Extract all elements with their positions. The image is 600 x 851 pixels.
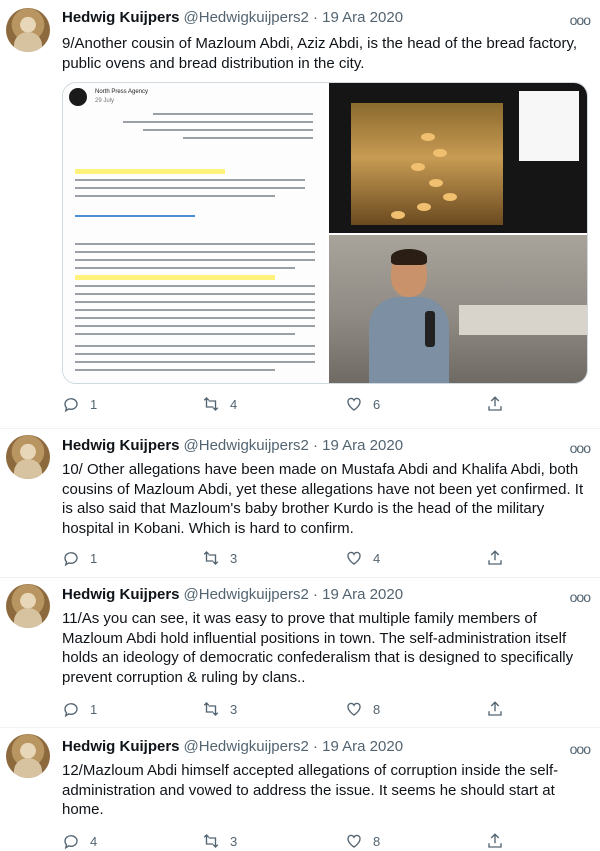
author-name[interactable]: Hedwig Kuijpers: [62, 586, 180, 603]
author-handle-date[interactable]: @Hedwigkuijpers2 · 19 Ara 2020: [184, 738, 404, 755]
tweet-text: 9/Another cousin of Mazloum Abdi, Aziz A…: [62, 35, 578, 72]
author-handle-date[interactable]: @Hedwigkuijpers2 · 19 Ara 2020: [184, 437, 404, 454]
author-name[interactable]: Hedwig Kuijpers: [62, 9, 180, 26]
reply-icon: [64, 552, 78, 567]
heart-icon: [347, 551, 361, 565]
share-button[interactable]: [486, 831, 504, 851]
retweet-icon: [203, 551, 219, 565]
tweet-actions: 1 4 6: [62, 394, 522, 414]
reply-button[interactable]: 4: [62, 831, 97, 851]
reply-count: 4: [90, 833, 98, 849]
more-icon[interactable]: ooo: [570, 12, 591, 28]
share-button[interactable]: [486, 394, 504, 414]
author-handle-date[interactable]: @Hedwigkuijpers2 · 19 Ara 2020: [184, 9, 404, 26]
reply-count: 1: [90, 550, 98, 566]
tweet-header: Hedwig Kuijpers @Hedwigkuijpers2 · 19 Ara…: [62, 437, 403, 454]
interviewee: [369, 249, 449, 383]
avatar[interactable]: [6, 435, 50, 479]
author-handle-date[interactable]: @Hedwigkuijpers2 · 19 Ara 2020: [184, 586, 404, 603]
tweet-media[interactable]: North Press Agency 29 July: [62, 82, 588, 384]
avatar[interactable]: [6, 584, 50, 628]
reply-count: 1: [90, 396, 98, 412]
reply-icon: [64, 835, 78, 850]
retweet-count: 4: [230, 396, 238, 412]
tweet[interactable]: Hedwig Kuijpers @Hedwigkuijpers2 · 19 Ara…: [0, 577, 600, 728]
share-icon: [488, 833, 502, 848]
tweet[interactable]: Hedwig Kuijpers @Hedwigkuijpers2 · 19 Ara…: [0, 727, 600, 850]
retweet-icon: [203, 702, 219, 716]
retweet-count: 3: [230, 701, 238, 717]
author-name[interactable]: Hedwig Kuijpers: [62, 437, 180, 454]
retweet-button[interactable]: 3: [202, 831, 237, 851]
tweet-actions: 4 3 8: [62, 831, 522, 851]
agency-name: North Press Agency: [95, 89, 149, 95]
like-button[interactable]: 8: [345, 699, 380, 719]
tweet-actions: 1 3 8: [62, 699, 522, 719]
tweet-header: Hedwig Kuijpers @Hedwigkuijpers2 · 19 Ara…: [62, 9, 403, 26]
like-button[interactable]: 6: [345, 394, 380, 414]
interview-photo[interactable]: [329, 235, 587, 383]
heart-icon: [347, 834, 361, 848]
bread-table: [459, 305, 587, 335]
like-button[interactable]: 8: [345, 831, 380, 851]
tweet[interactable]: Hedwig Kuijpers @Hedwigkuijpers2 · 19 Ara…: [0, 0, 600, 429]
author-name[interactable]: Hedwig Kuijpers: [62, 738, 180, 755]
avatar[interactable]: [6, 8, 50, 52]
like-count: 4: [373, 550, 381, 566]
more-icon[interactable]: ooo: [570, 741, 591, 757]
like-count: 6: [373, 396, 381, 412]
reply-icon: [64, 398, 78, 413]
retweet-button[interactable]: 3: [202, 548, 237, 568]
heart-icon: [347, 702, 361, 716]
tweet-actions: 1 3 4: [62, 548, 522, 568]
share-icon: [488, 550, 502, 565]
reply-button[interactable]: 1: [62, 548, 97, 568]
reply-button[interactable]: 1: [62, 699, 97, 719]
reply-icon: [64, 703, 78, 718]
agency-logo: [69, 88, 87, 106]
reply-button[interactable]: 1: [62, 394, 97, 414]
retweet-button[interactable]: 4: [202, 394, 237, 414]
agency-date: 29 July: [95, 98, 115, 104]
tweet-header: Hedwig Kuijpers @Hedwigkuijpers2 · 19 Ara…: [62, 738, 403, 755]
more-icon[interactable]: ooo: [570, 589, 591, 605]
share-button[interactable]: [486, 548, 504, 568]
retweet-count: 3: [230, 833, 238, 849]
share-icon: [488, 701, 502, 716]
share-button[interactable]: [486, 699, 504, 719]
heart-icon: [347, 397, 361, 411]
avatar[interactable]: [6, 734, 50, 778]
like-count: 8: [373, 701, 381, 717]
microphone-icon: [425, 311, 435, 347]
tweet-text: 12/Mazloum Abdi himself accepted allegat…: [62, 762, 559, 818]
bakery-video-screenshot[interactable]: [329, 83, 587, 233]
retweet-icon: [203, 834, 219, 848]
tweet-header: Hedwig Kuijpers @Hedwigkuijpers2 · 19 Ara…: [62, 586, 403, 603]
news-article-screenshot[interactable]: North Press Agency 29 July: [63, 83, 325, 383]
retweet-button[interactable]: 3: [202, 699, 237, 719]
video-side-panel: [519, 91, 579, 161]
like-count: 8: [373, 833, 381, 849]
conveyor-bread-image: [351, 103, 503, 225]
more-icon[interactable]: ooo: [570, 440, 591, 456]
reply-count: 1: [90, 701, 98, 717]
tweet[interactable]: Hedwig Kuijpers @Hedwigkuijpers2 · 19 Ara…: [0, 428, 600, 578]
like-button[interactable]: 4: [345, 548, 380, 568]
retweet-icon: [203, 397, 219, 411]
retweet-count: 3: [230, 550, 238, 566]
tweet-text: 10/ Other allegations have been made on …: [62, 461, 584, 537]
tweet-text: 11/As you can see, it was easy to prove …: [62, 610, 574, 686]
share-icon: [488, 396, 502, 411]
